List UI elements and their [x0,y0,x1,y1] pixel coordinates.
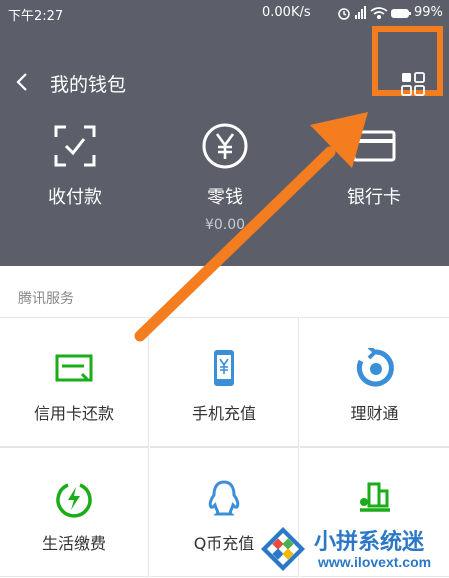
quick-action-bank-card[interactable]: 银行卡 [299,121,449,209]
service-wealth[interactable]: 理财通 [300,317,449,447]
chevron-left-icon[interactable] [14,70,32,94]
scan-pay-icon [54,125,96,167]
wifi-icon [370,7,388,20]
bank-card-icon [352,130,396,162]
signal-icon [355,6,366,19]
service-phone-topup[interactable]: 手机充值 [150,317,299,447]
yuan-coin-icon [202,123,248,169]
credit-card-icon [55,354,93,382]
city-icon [359,482,390,512]
lightning-icon [56,483,92,518]
status-bar: 下午2:27 0.00K/s 99% [0,0,449,26]
grid-icon[interactable] [399,70,427,98]
battery-percent: 99% [414,5,443,20]
service-utility-payment[interactable]: 生活缴费 [0,447,149,577]
service-label: 生活缴费 [41,534,106,553]
network-speed: 0.00K/s [262,5,311,20]
watermark: 小拼系统迷 www.ilovext.com [258,524,444,574]
quick-action-label: 银行卡 [347,187,401,208]
wallet-header: 我的钱包 收付款 零钱 ¥0.00 银行卡 [0,26,449,266]
service-label: 理财通 [350,404,399,423]
service-label: 信用卡还款 [33,404,114,423]
change-balance: ¥0.00 [204,217,246,233]
quick-action-label: 零钱 [207,187,243,208]
quick-action-label: 收付款 [48,187,102,208]
status-time: 下午2:27 [8,9,64,24]
status-icons [338,6,411,20]
battery-icon [391,9,411,18]
watermark-url: www.ilovext.com [318,554,432,570]
wealth-icon [356,348,394,387]
quick-action-pay[interactable]: 收付款 [0,121,150,209]
section-title: 腾讯服务 [18,291,74,307]
watermark-text: 小拼系统迷 [314,530,425,555]
alarm-icon [338,8,350,20]
quick-action-change[interactable]: 零钱 ¥0.00 [150,121,300,233]
phone-yuan-icon [214,350,234,386]
service-label: 手机充值 [191,404,256,423]
qq-penguin-icon [208,480,240,516]
windows-logo-icon [261,527,305,571]
page-title: 我的钱包 [50,74,127,96]
service-credit-card-repay[interactable]: 信用卡还款 [0,317,149,447]
